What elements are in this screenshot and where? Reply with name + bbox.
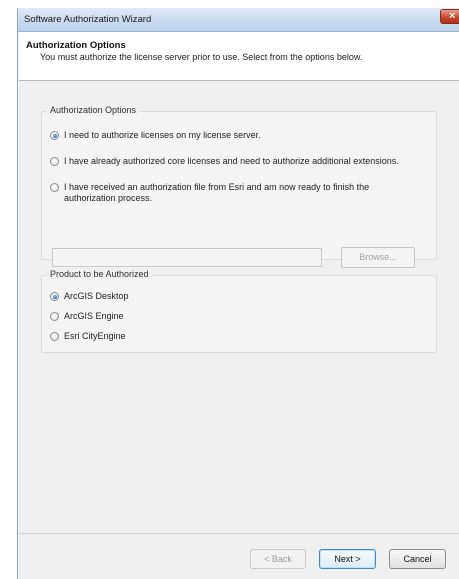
radio-option-arcgis-engine[interactable]: ArcGIS Engine [50, 311, 124, 322]
radio-option-esri-cityengine[interactable]: Esri CityEngine [50, 331, 126, 342]
wizard-window: Software Authorization Wizard × Authoriz… [17, 8, 459, 579]
radio-label-line: authorization process. [64, 193, 153, 203]
radio-button-authorize-server[interactable] [50, 131, 59, 140]
radio-label: I need to authorize licenses on my licen… [64, 130, 261, 140]
close-icon: × [449, 10, 456, 22]
group-legend-product: Product to be Authorized [47, 269, 152, 279]
radio-label: I have received an authorization file fr… [64, 182, 369, 204]
radio-button-arcgis-desktop[interactable] [50, 292, 59, 301]
radio-label: I have already authorized core licenses … [64, 156, 399, 166]
radio-button-esri-cityengine[interactable] [50, 332, 59, 341]
authorization-options-group: Authorization Options I need to authoriz… [41, 105, 437, 268]
radio-option-arcgis-desktop[interactable]: ArcGIS Desktop [50, 291, 129, 302]
back-button[interactable]: < Back [250, 549, 306, 569]
radio-label: Esri CityEngine [64, 331, 126, 341]
cancel-button[interactable]: Cancel [389, 549, 446, 569]
page-subtitle: You must authorize the license server pr… [40, 52, 363, 62]
next-button[interactable]: Next > [319, 549, 376, 569]
authorization-file-path-input[interactable] [52, 248, 322, 267]
radio-button-arcgis-engine[interactable] [50, 312, 59, 321]
radio-option-additional-extensions[interactable]: I have already authorized core licenses … [50, 156, 399, 167]
radio-option-authorize-server[interactable]: I need to authorize licenses on my licen… [50, 130, 261, 141]
radio-button-authorization-file[interactable] [50, 183, 59, 192]
radio-button-additional-extensions[interactable] [50, 157, 59, 166]
radio-label: ArcGIS Engine [64, 311, 124, 321]
radio-label-line: I have received an authorization file fr… [64, 182, 370, 192]
browse-button[interactable]: Browse... [341, 247, 415, 268]
radio-label: ArcGIS Desktop [64, 291, 129, 301]
window-title: Software Authorization Wizard [24, 14, 152, 25]
radio-option-authorization-file[interactable]: I have received an authorization file fr… [50, 182, 369, 204]
title-bar[interactable]: Software Authorization Wizard × [18, 8, 459, 32]
footer-divider [19, 533, 459, 534]
wizard-header: Authorization Options You must authorize… [19, 32, 459, 81]
page-title: Authorization Options [26, 40, 126, 51]
product-group: Product to be Authorized ArcGIS Desktop … [41, 269, 437, 353]
group-legend-authorization: Authorization Options [47, 105, 140, 115]
close-button[interactable]: × [440, 9, 459, 24]
